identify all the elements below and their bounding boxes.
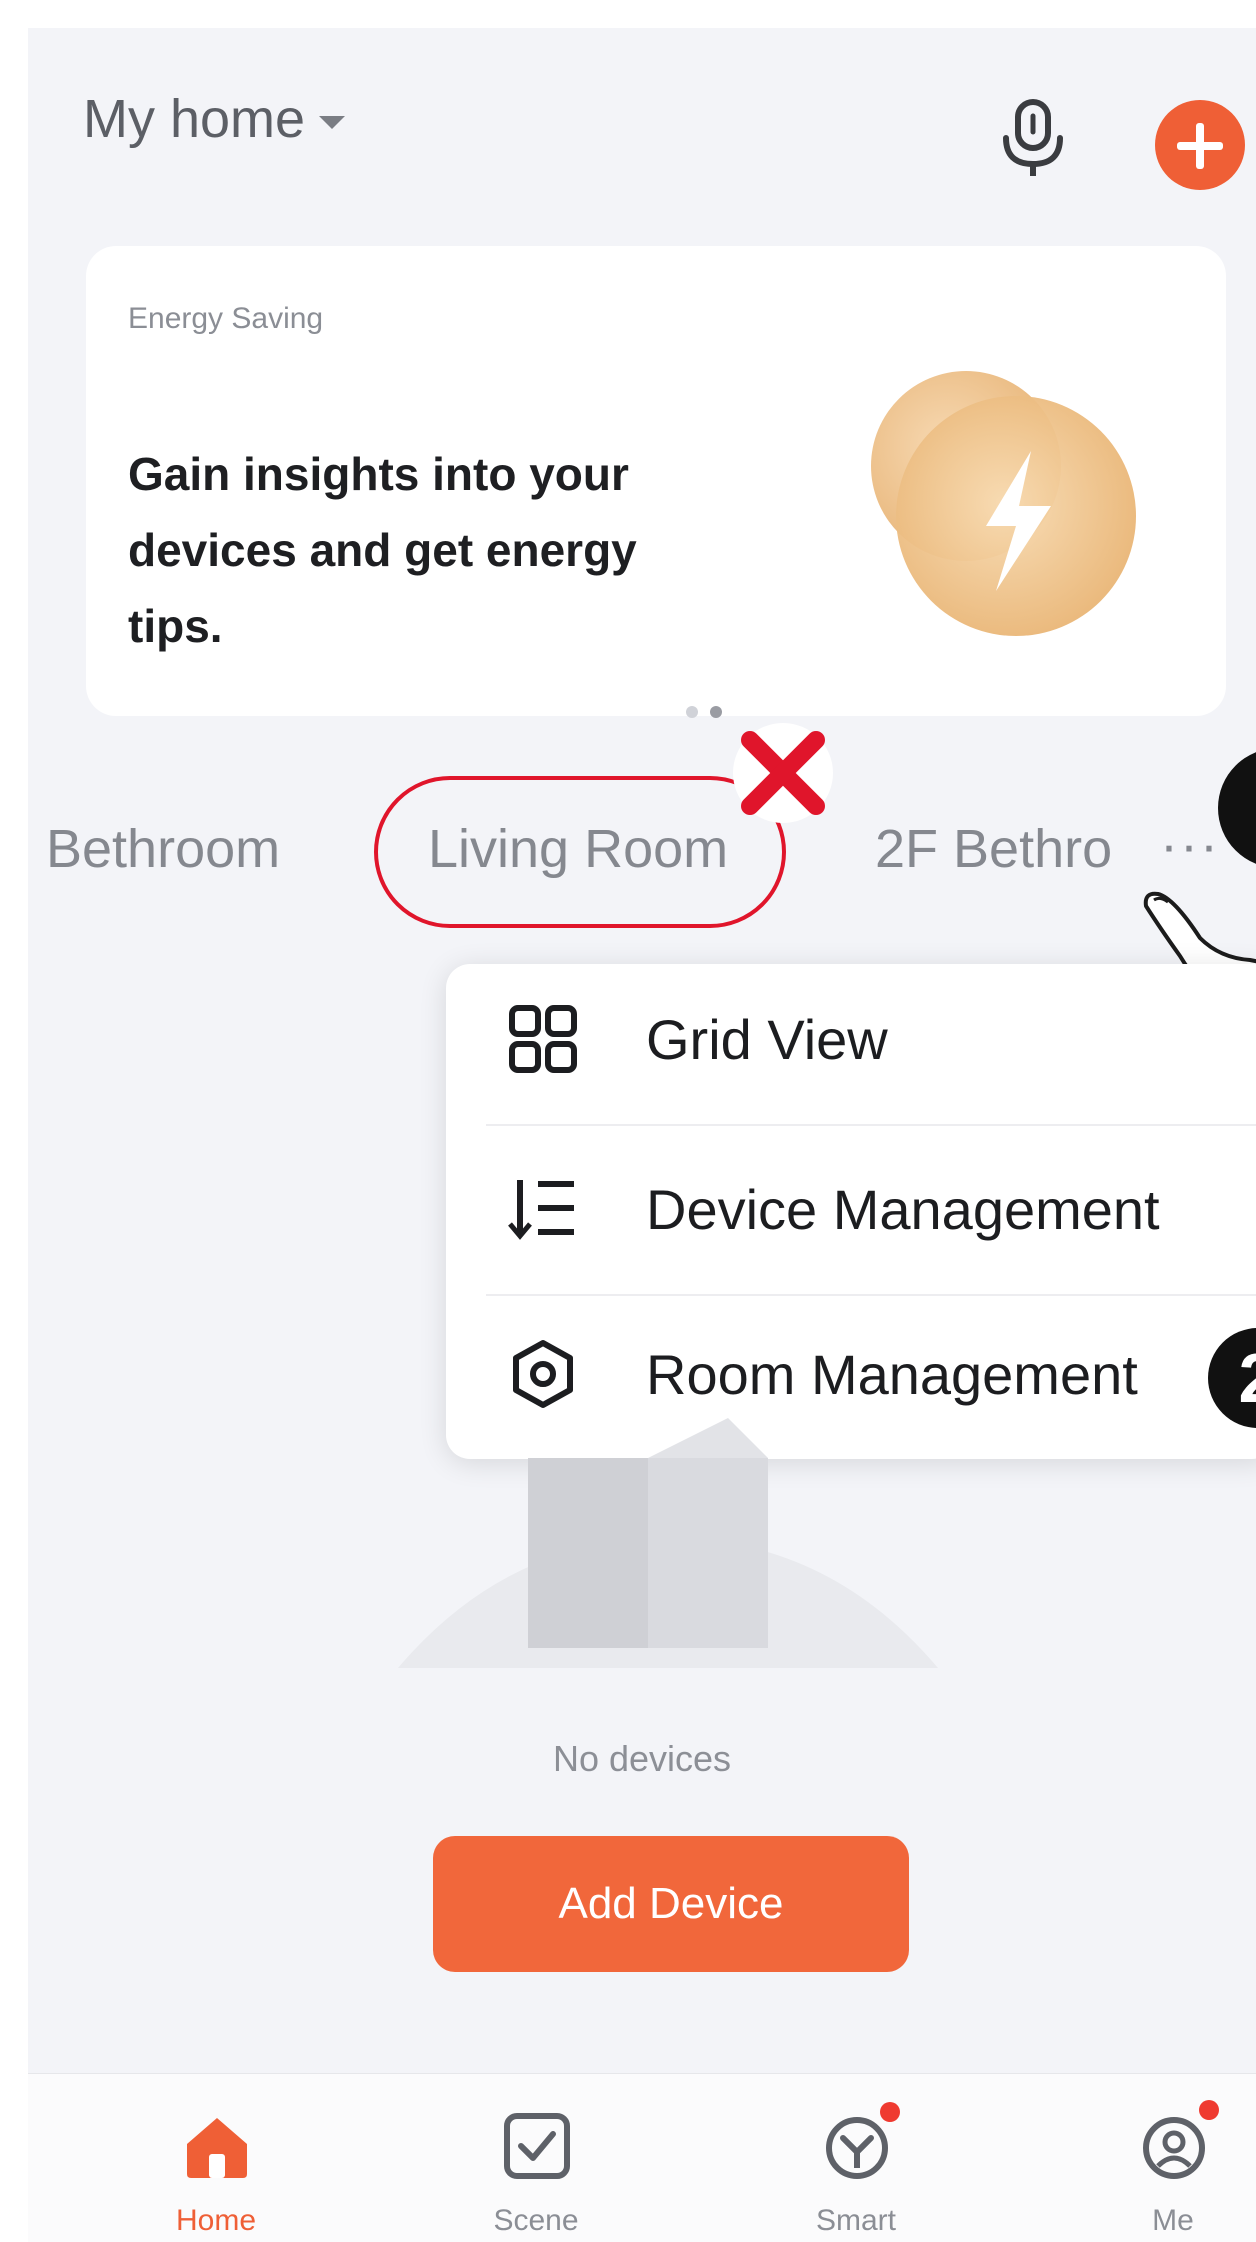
- empty-devices-illustration: [398, 1418, 938, 1668]
- home-icon: [187, 2118, 247, 2178]
- page-dot-active: [710, 706, 722, 718]
- add-button[interactable]: [1155, 100, 1245, 190]
- tab-bethroom[interactable]: Bethroom: [46, 818, 280, 880]
- nav-label: Home: [175, 2204, 257, 2237]
- settings-hexagon-icon: [513, 1340, 573, 1408]
- banner-pagination: [686, 706, 722, 718]
- profile-icon: [1143, 2117, 1205, 2179]
- caret-down-icon: [319, 115, 346, 129]
- grid-icon: [509, 1005, 577, 1073]
- smart-icon: [826, 2117, 888, 2179]
- banner-text: Gain insights into your devices and get …: [128, 448, 637, 652]
- notification-dot: [1199, 2100, 1219, 2120]
- menu-item-label: Device Management: [646, 1177, 1160, 1241]
- tab-2f-bethroom[interactable]: 2F Bethro: [875, 818, 1145, 880]
- nav-label: Me: [1152, 2204, 1194, 2237]
- microphone-icon[interactable]: [998, 98, 1068, 178]
- menu-item-device-management[interactable]: Device Management: [446, 1134, 1256, 1284]
- no-devices-text: No devices: [552, 1738, 732, 1779]
- nav-label: Smart: [815, 2204, 896, 2237]
- energy-saving-banner[interactable]: Energy Saving Gain insights into your de…: [86, 246, 1226, 718]
- menu-item-grid-view[interactable]: Grid View: [446, 964, 1256, 1114]
- sort-list-icon: [508, 1180, 574, 1240]
- nav-smart[interactable]: Smart: [756, 2074, 956, 2242]
- page-dot: [686, 706, 698, 718]
- nav-label: Scene: [493, 2204, 579, 2237]
- options-dropdown-menu: Grid View Device Management Room Managem…: [446, 964, 1256, 1459]
- home-title: My home: [83, 89, 306, 149]
- menu-item-label: Grid View: [646, 1007, 888, 1071]
- menu-divider: [486, 1124, 1256, 1126]
- notification-dot: [880, 2102, 900, 2122]
- lightning-bolt-icon: [871, 371, 1136, 636]
- bottom-navigation: Home Scene Smart Me: [28, 2073, 1256, 2242]
- banner-label: Energy Saving: [128, 302, 324, 335]
- step-badge-1: 1: [1218, 748, 1256, 868]
- more-tabs-button[interactable]: ···: [1160, 814, 1220, 876]
- app-screen: My home Energy Saving Gain insights into…: [28, 28, 1256, 2242]
- scene-checkbox-icon: [504, 2113, 570, 2179]
- nav-me[interactable]: Me: [1073, 2074, 1256, 2242]
- cross-mark-icon: [733, 723, 833, 823]
- menu-item-label: Room Management: [646, 1342, 1138, 1406]
- menu-divider: [486, 1294, 1256, 1296]
- annotation-circle: [374, 776, 786, 928]
- home-selector[interactable]: My home: [83, 88, 346, 150]
- nav-home[interactable]: Home: [116, 2074, 316, 2242]
- nav-scene[interactable]: Scene: [436, 2074, 636, 2242]
- add-device-button[interactable]: Add Device: [433, 1836, 909, 1972]
